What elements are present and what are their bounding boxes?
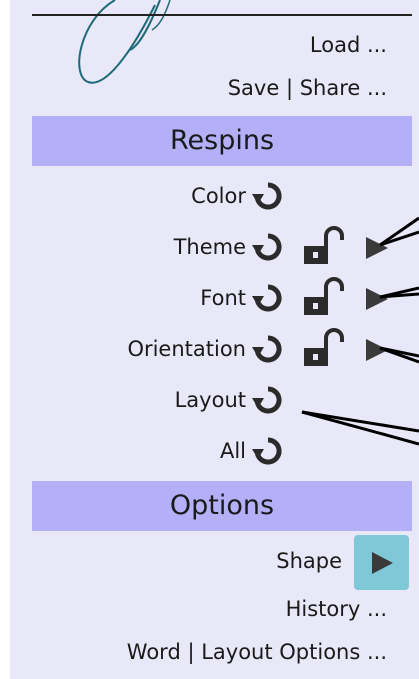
respin-row-color: Color xyxy=(191,178,284,214)
respin-orientation-icon[interactable] xyxy=(252,333,284,365)
respin-layout-icon[interactable] xyxy=(252,384,284,416)
respin-row-theme: Theme xyxy=(174,229,284,265)
shape-label: Shape xyxy=(276,549,342,573)
expand-theme-icon[interactable] xyxy=(364,235,390,261)
lock-orientation-icon[interactable] xyxy=(302,328,346,368)
logo xyxy=(78,0,171,84)
word-layout-options-link[interactable]: Word | Layout Options ... xyxy=(127,640,387,664)
play-triangle-icon xyxy=(371,551,393,574)
respin-row-orientation: Orientation xyxy=(127,331,284,367)
top-divider xyxy=(32,14,412,16)
respin-label-color: Color xyxy=(191,184,246,208)
shape-button[interactable] xyxy=(354,535,409,590)
expand-font-icon[interactable] xyxy=(364,286,390,312)
respin-font-icon[interactable] xyxy=(252,282,284,314)
respin-label-font: Font xyxy=(200,286,246,310)
lock-font-icon[interactable] xyxy=(302,277,346,317)
respin-row-all: All xyxy=(220,433,284,469)
respin-theme-icon[interactable] xyxy=(252,231,284,263)
lock-theme-icon[interactable] xyxy=(302,226,346,266)
respin-row-layout: Layout xyxy=(175,382,284,418)
respin-color-icon[interactable] xyxy=(252,180,284,212)
respin-row-font: Font xyxy=(200,280,284,316)
respin-all-icon[interactable] xyxy=(252,435,284,467)
options-header: Options xyxy=(32,481,412,531)
respin-label-theme: Theme xyxy=(173,235,246,259)
load-link[interactable]: Load ... xyxy=(310,33,387,57)
respin-label-all: All xyxy=(219,439,246,463)
save-share-link[interactable]: Save | Share ... xyxy=(228,76,387,100)
history-link[interactable]: History ... xyxy=(286,597,387,621)
expand-orientation-icon[interactable] xyxy=(364,337,390,363)
respins-header: Respins xyxy=(32,116,412,166)
respin-label-layout: Layout xyxy=(174,388,246,412)
respin-label-orientation: Orientation xyxy=(127,337,246,361)
